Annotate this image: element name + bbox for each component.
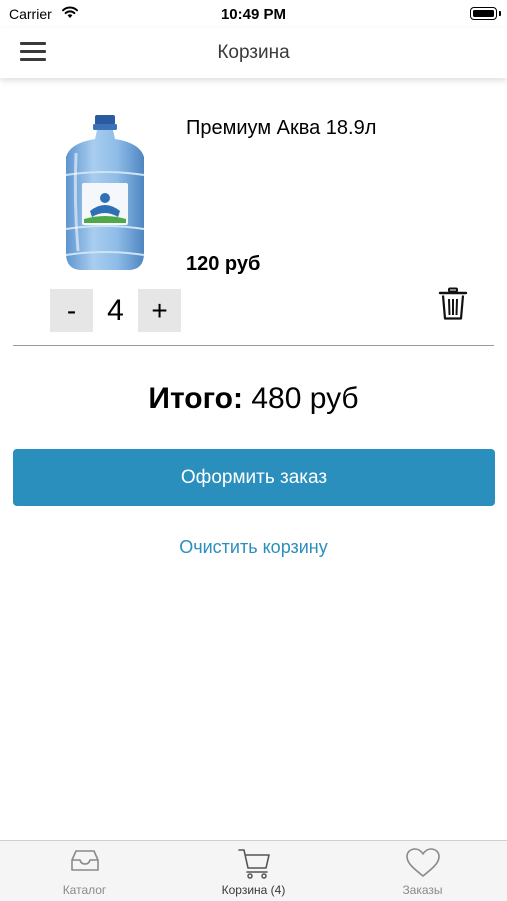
tab-cart[interactable]: Корзина (4) <box>169 841 338 901</box>
status-bar: Carrier 10:49 PM <box>0 0 507 28</box>
cart-icon <box>238 849 270 879</box>
total-value: 480 руб <box>251 382 359 415</box>
total-label: Итого: <box>148 382 243 415</box>
nav-bar: Корзина <box>0 28 507 78</box>
quantity-value: 4 <box>107 294 124 327</box>
page-title: Корзина <box>217 42 290 63</box>
battery-cap <box>499 11 501 16</box>
checkout-button[interactable]: Оформить заказ <box>13 449 495 506</box>
tab-catalog[interactable]: Каталог <box>0 841 169 901</box>
increase-quantity-button[interactable]: + <box>138 289 181 332</box>
battery-icon <box>470 7 497 20</box>
trash-icon[interactable] <box>438 287 468 321</box>
heart-icon <box>406 848 440 877</box>
decrease-quantity-button[interactable]: - <box>50 289 93 332</box>
tab-cart-label: Корзина (4) <box>221 883 286 897</box>
hamburger-menu-icon[interactable] <box>20 42 46 62</box>
clear-cart-link[interactable]: Очистить корзину <box>0 537 507 558</box>
tab-bar: Каталог Корзина (4) Заказы <box>0 840 507 901</box>
product-name: Премиум Аква 18.9л <box>186 117 377 139</box>
tab-catalog-label: Каталог <box>62 883 107 897</box>
status-time: 10:49 PM <box>220 6 287 23</box>
product-price: 120 руб <box>186 253 261 275</box>
tab-orders[interactable]: Заказы <box>338 841 507 901</box>
water-bottle-image <box>65 115 145 270</box>
tab-orders-label: Заказы <box>402 883 443 897</box>
inbox-icon <box>71 850 99 871</box>
divider <box>13 345 494 346</box>
order-total: Итого: 480 руб <box>0 382 507 416</box>
